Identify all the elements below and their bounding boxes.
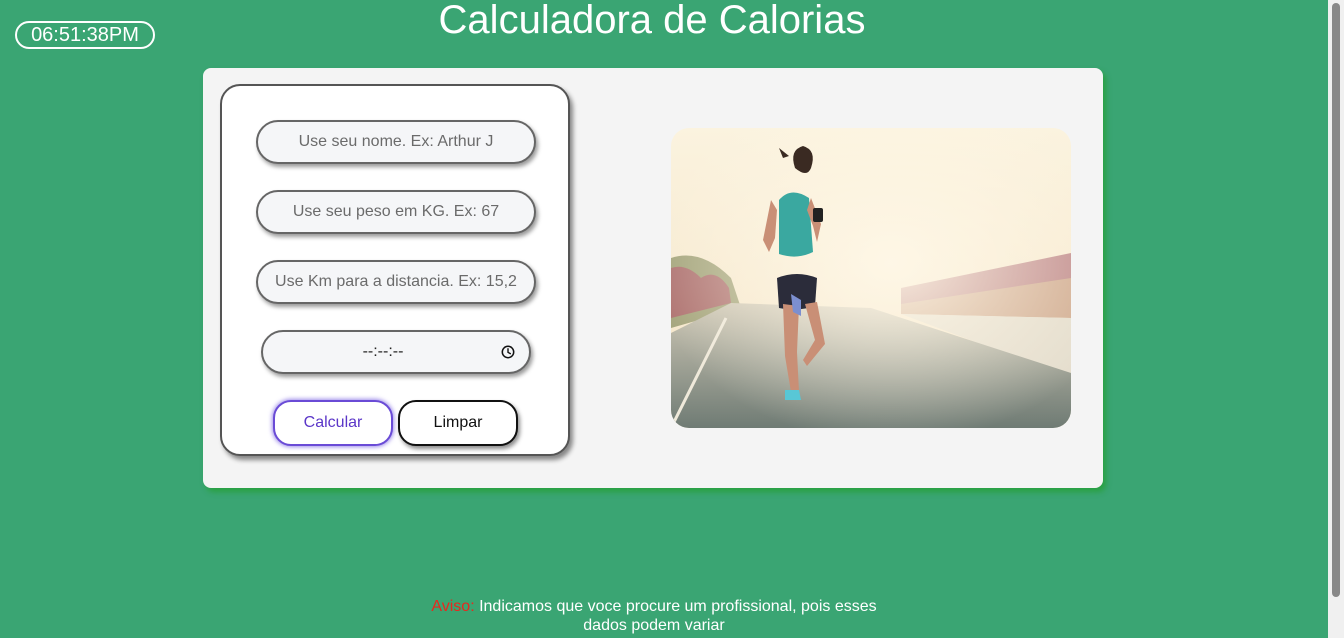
calculate-button[interactable]: Calcular [273, 400, 393, 446]
notice-text: Indicamos que voce procure um profission… [474, 598, 877, 634]
clear-button[interactable]: Limpar [398, 400, 518, 446]
name-input[interactable]: Use seu nome. Ex: Arthur J [256, 120, 536, 164]
warning-notice: Aviso: Indicamos que voce procure um pro… [428, 597, 880, 635]
calculator-card: Use seu nome. Ex: Arthur J Use seu peso … [203, 68, 1103, 488]
scrollbar-thumb[interactable] [1332, 3, 1340, 597]
calorie-form: Use seu nome. Ex: Arthur J Use seu peso … [220, 84, 570, 456]
clock-icon[interactable] [501, 345, 515, 359]
runner-photo [671, 128, 1071, 428]
time-input[interactable]: --:--:-- [261, 330, 531, 374]
vertical-scrollbar[interactable] [1328, 0, 1344, 638]
distance-input[interactable]: Use Km para a distancia. Ex: 15,2 [256, 260, 536, 304]
notice-label: Aviso: [431, 598, 475, 615]
time-input-value: --:--:-- [362, 343, 404, 360]
weight-input[interactable]: Use seu peso em KG. Ex: 67 [256, 190, 536, 234]
page-title: Calculadora de Calorias [438, 0, 866, 42]
